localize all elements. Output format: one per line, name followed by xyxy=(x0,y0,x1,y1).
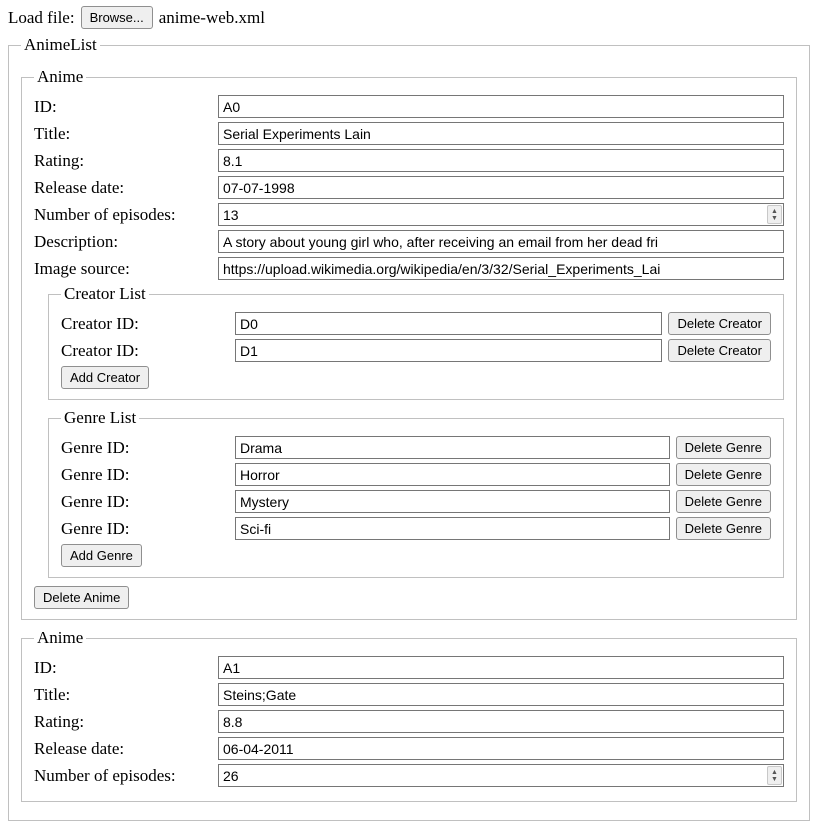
genre-list-legend: Genre List xyxy=(61,408,139,428)
anime-legend: Anime xyxy=(34,67,86,87)
id-input[interactable] xyxy=(218,95,784,118)
episodes-stepper[interactable]: ▲▼ xyxy=(767,766,782,785)
release-date-label: Release date: xyxy=(34,739,218,759)
creator-list-fieldset: Creator List Creator ID: Delete Creator … xyxy=(48,284,784,400)
image-source-label: Image source: xyxy=(34,259,218,279)
release-date-input[interactable] xyxy=(218,176,784,199)
delete-genre-button[interactable]: Delete Genre xyxy=(676,490,771,513)
title-input[interactable] xyxy=(218,683,784,706)
genre-id-input[interactable] xyxy=(235,517,670,540)
anime-fieldset: Anime ID: Title: Rating: Release date: N… xyxy=(21,628,797,802)
title-input[interactable] xyxy=(218,122,784,145)
file-loader-row: Load file: Browse... anime-web.xml xyxy=(8,6,810,29)
genre-id-label: Genre ID: xyxy=(61,492,229,512)
delete-anime-button[interactable]: Delete Anime xyxy=(34,586,129,609)
id-label: ID: xyxy=(34,97,218,117)
selected-file-name: anime-web.xml xyxy=(159,8,265,28)
title-label: Title: xyxy=(34,685,218,705)
anime-legend: Anime xyxy=(34,628,86,648)
rating-input[interactable] xyxy=(218,710,784,733)
release-date-label: Release date: xyxy=(34,178,218,198)
release-date-input[interactable] xyxy=(218,737,784,760)
creator-id-input[interactable] xyxy=(235,312,662,335)
episodes-stepper[interactable]: ▲▼ xyxy=(767,205,782,224)
add-genre-button[interactable]: Add Genre xyxy=(61,544,142,567)
anime-list-fieldset: AnimeList Anime ID: Title: Rating: Relea… xyxy=(8,35,810,821)
episodes-input[interactable] xyxy=(218,203,784,226)
add-creator-button[interactable]: Add Creator xyxy=(61,366,149,389)
description-label: Description: xyxy=(34,232,218,252)
id-label: ID: xyxy=(34,658,218,678)
id-input[interactable] xyxy=(218,656,784,679)
episodes-label: Number of episodes: xyxy=(34,766,218,786)
delete-genre-button[interactable]: Delete Genre xyxy=(676,463,771,486)
genre-id-label: Genre ID: xyxy=(61,465,229,485)
genre-id-input[interactable] xyxy=(235,436,670,459)
image-source-input[interactable] xyxy=(218,257,784,280)
browse-button[interactable]: Browse... xyxy=(81,6,153,29)
title-label: Title: xyxy=(34,124,218,144)
genre-id-label: Genre ID: xyxy=(61,519,229,539)
rating-label: Rating: xyxy=(34,712,218,732)
rating-input[interactable] xyxy=(218,149,784,172)
creator-list-legend: Creator List xyxy=(61,284,149,304)
genre-list-fieldset: Genre List Genre ID: Delete Genre Genre … xyxy=(48,408,784,578)
anime-fieldset: Anime ID: Title: Rating: Release date: N… xyxy=(21,67,797,620)
anime-list-legend: AnimeList xyxy=(21,35,100,55)
creator-id-label: Creator ID: xyxy=(61,314,229,334)
genre-id-label: Genre ID: xyxy=(61,438,229,458)
episodes-input[interactable] xyxy=(218,764,784,787)
delete-genre-button[interactable]: Delete Genre xyxy=(676,436,771,459)
load-file-label: Load file: xyxy=(8,8,75,28)
delete-genre-button[interactable]: Delete Genre xyxy=(676,517,771,540)
delete-creator-button[interactable]: Delete Creator xyxy=(668,339,771,362)
rating-label: Rating: xyxy=(34,151,218,171)
delete-creator-button[interactable]: Delete Creator xyxy=(668,312,771,335)
chevron-down-icon: ▼ xyxy=(771,776,778,783)
creator-id-label: Creator ID: xyxy=(61,341,229,361)
episodes-label: Number of episodes: xyxy=(34,205,218,225)
description-input[interactable] xyxy=(218,230,784,253)
genre-id-input[interactable] xyxy=(235,463,670,486)
chevron-down-icon: ▼ xyxy=(771,215,778,222)
genre-id-input[interactable] xyxy=(235,490,670,513)
creator-id-input[interactable] xyxy=(235,339,662,362)
